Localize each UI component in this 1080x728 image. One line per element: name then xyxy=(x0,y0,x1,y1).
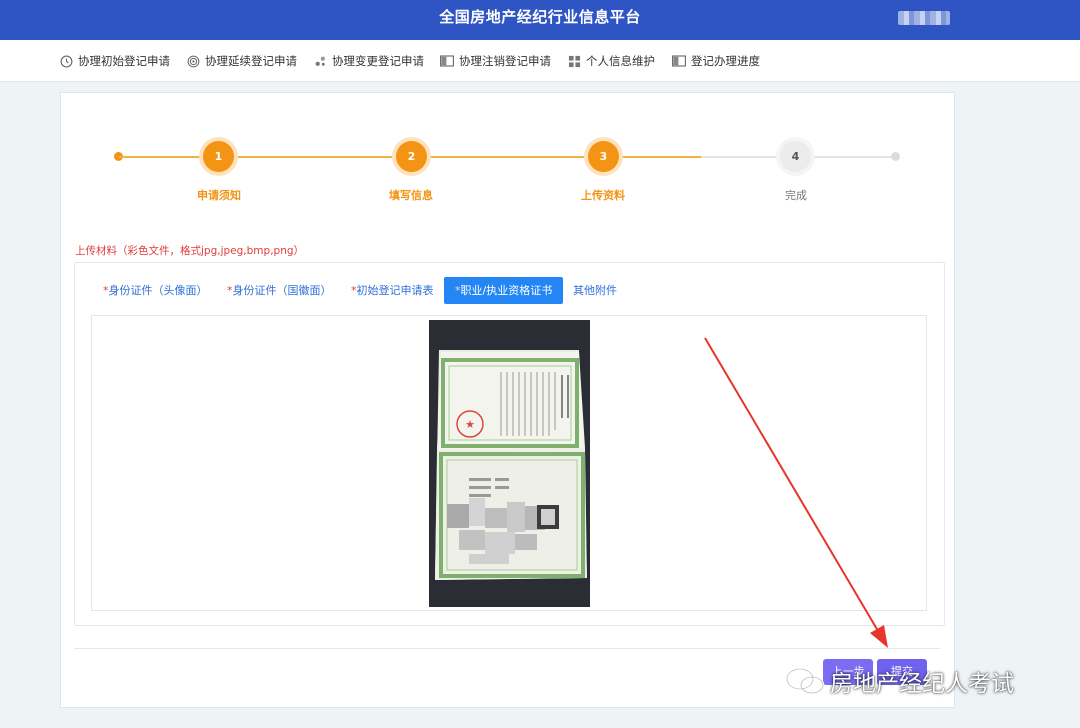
divider xyxy=(74,648,940,649)
nav-bar: 协理初始登记申请 协理延续登记申请 协理变更登记申请 协理注销登记申请 个人信息… xyxy=(0,40,1080,82)
tab-initial-application[interactable]: *初始登记申请表 xyxy=(340,277,445,304)
watermark-text: 房地产经纪人考试 xyxy=(830,671,1014,697)
watermark: 房地产经纪人考试 xyxy=(784,664,1014,698)
clock-icon xyxy=(59,54,73,68)
upload-box: *身份证件（头像面） *身份证件（国徽面） *初始登记申请表 *职业/执业资格证… xyxy=(74,262,945,626)
tab-label: 身份证件（国徽面） xyxy=(232,284,332,297)
tab-qualification-certificate[interactable]: *职业/执业资格证书 xyxy=(444,277,564,304)
step-1-label: 申请须知 xyxy=(197,189,241,202)
tab-label: 职业/执业资格证书 xyxy=(460,284,553,297)
nav-item-label: 协理延续登记申请 xyxy=(205,54,297,68)
grid-icon xyxy=(567,54,581,68)
nav-item-label: 登记办理进度 xyxy=(691,54,760,68)
tab-label: 初始登记申请表 xyxy=(356,284,434,297)
nav-item-change-registration[interactable]: 协理变更登记申请 xyxy=(313,53,424,69)
step-2-circle: 2 xyxy=(396,141,427,172)
app-header: 全国房地产经纪行业信息平台 xyxy=(0,0,1080,40)
step-4-circle: 4 xyxy=(780,141,811,172)
step-3-circle: 3 xyxy=(588,141,619,172)
step-end-dot xyxy=(891,152,900,161)
svg-text:★: ★ xyxy=(465,418,475,431)
target-icon xyxy=(186,54,200,68)
step-progress: 1 2 3 4 申请须知 填写信息 上传资料 完成 xyxy=(61,93,956,213)
certificate-photo[interactable]: ★ xyxy=(429,320,590,607)
nav-item-label: 协理变更登记申请 xyxy=(332,54,424,68)
nav-item-label: 协理注销登记申请 xyxy=(459,54,551,68)
main-panel: 1 2 3 4 申请须知 填写信息 上传资料 完成 上传材料（彩色文件，格式jp… xyxy=(60,92,955,708)
step-4-label: 完成 xyxy=(785,189,807,202)
user-avatar-blurred[interactable] xyxy=(898,11,950,25)
image-preview-area: ★ xyxy=(91,315,927,611)
nav-item-progress[interactable]: 登记办理进度 xyxy=(672,53,760,69)
step-1-circle: 1 xyxy=(203,141,234,172)
nav-item-cancel-registration[interactable]: 协理注销登记申请 xyxy=(440,53,551,69)
nav-item-personal-info[interactable]: 个人信息维护 xyxy=(567,53,655,69)
book-icon xyxy=(440,54,454,68)
tab-id-back[interactable]: *身份证件（国徽面） xyxy=(216,277,343,304)
upload-hint: 上传材料（彩色文件，格式jpg,jpeg,bmp,png） xyxy=(75,245,305,257)
nav-item-label: 个人信息维护 xyxy=(586,54,655,68)
tab-id-front[interactable]: *身份证件（头像面） xyxy=(92,277,219,304)
step-3-label: 上传资料 xyxy=(581,189,625,202)
nav-item-renewal-registration[interactable]: 协理延续登记申请 xyxy=(186,53,297,69)
tab-other-attachments[interactable]: 其他附件 xyxy=(562,277,628,304)
wechat-icon xyxy=(785,667,825,695)
step-2-label: 填写信息 xyxy=(389,189,433,202)
tab-label: 其他附件 xyxy=(573,284,617,297)
book-icon xyxy=(672,54,686,68)
nav-item-label: 协理初始登记申请 xyxy=(78,54,170,68)
dots-icon xyxy=(313,54,327,68)
nav-item-initial-registration[interactable]: 协理初始登记申请 xyxy=(59,53,170,69)
tab-label: 身份证件（头像面） xyxy=(108,284,208,297)
